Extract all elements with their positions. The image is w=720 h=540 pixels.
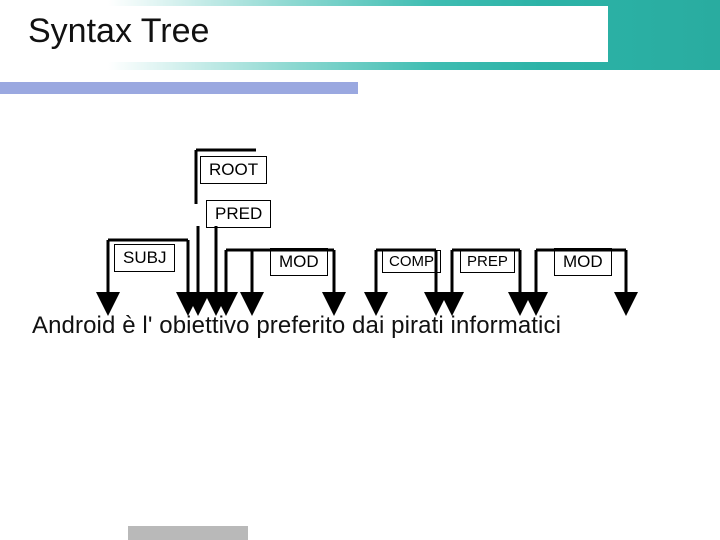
title-box: Syntax Tree (18, 6, 608, 62)
diagram-stage: ROOT PRED SUBJ MOD COMP PREP MOD Android… (0, 100, 720, 540)
footer-shadow (128, 526, 248, 540)
title-underline (0, 82, 358, 94)
dependency-arrows (0, 100, 720, 360)
page-title: Syntax Tree (28, 12, 598, 51)
